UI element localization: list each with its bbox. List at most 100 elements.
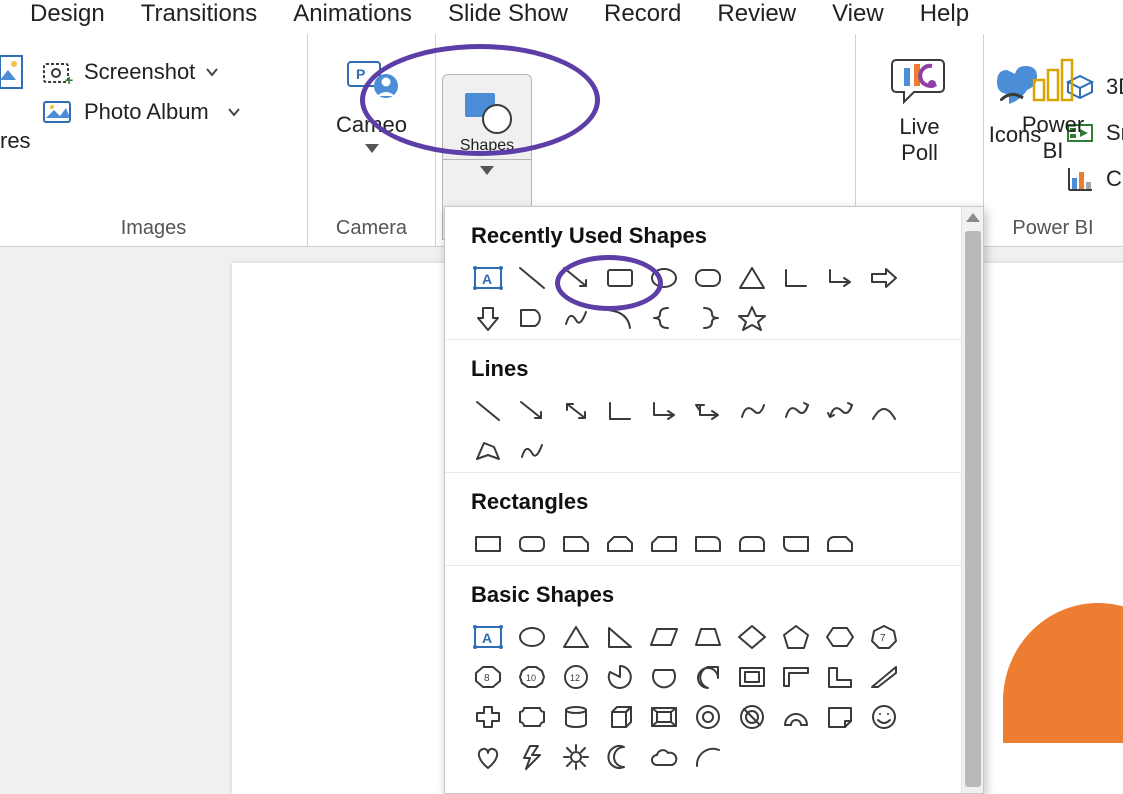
shape-line[interactable] (515, 263, 549, 293)
power-bi-button[interactable]: Power BI (984, 34, 1122, 164)
shape-rect-9[interactable] (823, 529, 857, 559)
shape-basic-plaque[interactable] (515, 702, 549, 732)
shape-basic-heptagon[interactable]: 7 (867, 622, 901, 652)
shape-freeform[interactable] (471, 436, 505, 466)
shape-down-arrow[interactable] (471, 303, 505, 333)
shape-basic-diagonal-stripe[interactable] (867, 662, 901, 692)
shape-line-simple[interactable] (471, 396, 505, 426)
tab-transitions[interactable]: Transitions (141, 0, 257, 28)
shape-rect-3[interactable] (559, 529, 593, 559)
shape-elbow-1[interactable] (603, 396, 637, 426)
scroll-up-icon[interactable] (966, 213, 980, 222)
shape-rect-1[interactable] (471, 529, 505, 559)
tab-review[interactable]: Review (717, 0, 796, 28)
shape-basic-smiley[interactable] (867, 702, 901, 732)
shape-rect-2[interactable] (515, 529, 549, 559)
shape-rectangle[interactable] (603, 263, 637, 293)
shape-curve-2[interactable] (779, 396, 813, 426)
shapes-gallery-scrollbar[interactable] (961, 207, 983, 793)
shape-line-arrow-2[interactable] (515, 396, 549, 426)
shape-basic-triangle[interactable] (559, 622, 593, 652)
shape-basic-cube[interactable] (603, 702, 637, 732)
shape-basic-frame[interactable] (735, 662, 769, 692)
tab-slide-show[interactable]: Slide Show (448, 0, 568, 28)
shape-line-double-arrow[interactable] (559, 396, 593, 426)
shape-oval[interactable] (647, 263, 681, 293)
shape-basic-pentagon[interactable] (779, 622, 813, 652)
shape-right-brace[interactable] (691, 303, 725, 333)
shape-basic-trapezoid[interactable] (691, 622, 725, 652)
shape-basic-arc[interactable] (691, 742, 725, 772)
shape-basic-cloud[interactable] (647, 742, 681, 772)
shapes-label: Shapes (460, 137, 514, 155)
shape-scribble-2[interactable] (515, 436, 549, 466)
shape-basic-chord[interactable] (647, 662, 681, 692)
shape-basic-plus[interactable] (471, 702, 505, 732)
shape-curve-1[interactable] (735, 396, 769, 426)
picture-icon[interactable] (0, 52, 28, 96)
shape-rect-6[interactable] (691, 529, 725, 559)
ribbon-group-powerbi: Power BI Power BI (984, 34, 1122, 246)
live-poll-button[interactable]: Live Poll (856, 34, 983, 166)
shape-scribble[interactable] (559, 303, 593, 333)
svg-text:8: 8 (484, 673, 490, 684)
shape-basic-diamond[interactable] (735, 622, 769, 652)
tab-animations[interactable]: Animations (293, 0, 412, 28)
shape-curve-3[interactable] (823, 396, 857, 426)
shape-basic-moon[interactable] (603, 742, 637, 772)
shape-basic-dodecagon[interactable]: 12 (559, 662, 593, 692)
shape-rect-8[interactable] (779, 529, 813, 559)
shape-basic-decagon[interactable]: 10 (515, 662, 549, 692)
shape-elbow-arrow[interactable] (823, 263, 857, 293)
power-bi-icon (1026, 54, 1080, 104)
photo-album-label: Photo Album (84, 99, 209, 125)
shape-rounded-rect[interactable] (691, 263, 725, 293)
shape-basic-pie[interactable] (603, 662, 637, 692)
shape-rect-5[interactable] (647, 529, 681, 559)
shape-basic-folded-corner[interactable] (823, 702, 857, 732)
shape-triangle[interactable] (735, 263, 769, 293)
shape-star[interactable] (735, 303, 769, 333)
shape-basic-teardrop[interactable] (691, 662, 725, 692)
shape-basic-heart[interactable] (471, 742, 505, 772)
tab-view[interactable]: View (832, 0, 884, 28)
live-poll-label-2: Poll (901, 140, 938, 166)
slide-orange-shape[interactable] (1003, 603, 1123, 743)
tab-record[interactable]: Record (604, 0, 681, 28)
shape-left-brace[interactable] (647, 303, 681, 333)
shape-basic-l-shape[interactable] (823, 662, 857, 692)
shape-basic-parallelogram[interactable] (647, 622, 681, 652)
shape-right-arrow[interactable] (867, 263, 901, 293)
shape-elbow-3[interactable] (691, 396, 725, 426)
cameo-button[interactable]: P Cameo (308, 34, 435, 153)
shape-rect-7[interactable] (735, 529, 769, 559)
photo-album-button[interactable]: Photo Album (42, 92, 302, 132)
shape-basic-bevel[interactable] (647, 702, 681, 732)
tab-help[interactable]: Help (920, 0, 969, 28)
shape-basic-oval[interactable] (515, 622, 549, 652)
shape-curve-4[interactable] (867, 396, 901, 426)
tab-design[interactable]: Design (30, 0, 105, 28)
shape-text-box[interactable]: A (471, 263, 505, 293)
shape-elbow-connector[interactable] (779, 263, 813, 293)
shape-line-arrow[interactable] (559, 263, 593, 293)
shape-basic-no-symbol[interactable] (735, 702, 769, 732)
shape-basic-half-frame[interactable] (779, 662, 813, 692)
shape-basic-block-arc[interactable] (779, 702, 813, 732)
shape-flowchart-delay[interactable] (515, 303, 549, 333)
shape-basic-donut[interactable] (691, 702, 725, 732)
shape-rect-4[interactable] (603, 529, 637, 559)
shape-basic-lightning[interactable] (515, 742, 549, 772)
shape-basic-textbox[interactable]: A (471, 622, 505, 652)
shape-basic-hexagon[interactable] (823, 622, 857, 652)
shape-elbow-2[interactable] (647, 396, 681, 426)
scroll-thumb[interactable] (965, 231, 981, 787)
shape-arc[interactable] (603, 303, 637, 333)
svg-text:P: P (356, 66, 365, 82)
shape-basic-can[interactable] (559, 702, 593, 732)
screenshot-button[interactable]: + Screenshot (42, 52, 302, 92)
section-title-recent: Recently Used Shapes (471, 223, 941, 249)
shape-basic-right-triangle[interactable] (603, 622, 637, 652)
shape-basic-sun[interactable] (559, 742, 593, 772)
shape-basic-octagon[interactable]: 8 (471, 662, 505, 692)
